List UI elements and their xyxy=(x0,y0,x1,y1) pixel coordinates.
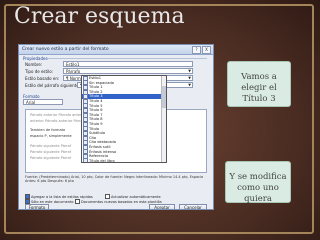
callout-bottom-text: Y se modifica como uno quiera xyxy=(229,172,287,204)
chevron-down-icon: ▼ xyxy=(188,76,191,80)
radio-icon xyxy=(75,199,80,204)
close-button[interactable]: X xyxy=(202,46,211,54)
chevron-down-icon: ▼ xyxy=(188,69,191,73)
style-description: Fuente: (Predeterminado) Arial, 10 pto, … xyxy=(25,175,204,184)
callout-choose-heading: Vamos a elegir el Título 3 xyxy=(228,62,290,106)
ok-button[interactable]: Aceptar xyxy=(149,204,175,209)
add-quick-label: Agregar a la lista de estilos rápidos xyxy=(31,194,93,199)
font-select[interactable]: Arial xyxy=(23,99,63,105)
auto-update-label: Actualizar automáticamente xyxy=(111,194,161,199)
next-label: Estilo del párrafo siguiente: xyxy=(25,83,81,88)
format-button[interactable]: Formato xyxy=(25,204,49,209)
style-dialog: Crear nuevo estilo a partir del formato … xyxy=(18,44,214,210)
slide: Crear esquema Crear nuevo estilo a parti… xyxy=(0,0,320,240)
help-button[interactable]: ? xyxy=(192,46,201,54)
callout-top-text: Vamos a elegir el Título 3 xyxy=(241,72,277,104)
type-select[interactable]: Párrafo ▼ xyxy=(63,68,193,74)
new-docs-label: Documentos nuevos basados en esta planti… xyxy=(81,199,162,204)
type-value: Párrafo xyxy=(66,69,81,74)
dialog-titlebar[interactable]: Crear nuevo estilo a partir del formato … xyxy=(19,45,213,55)
slide-title: Crear esquema xyxy=(14,4,185,29)
name-field[interactable]: Estilo1 xyxy=(63,61,193,67)
scrollbar-thumb[interactable] xyxy=(162,86,166,108)
name-label: Nombre: xyxy=(25,62,43,67)
properties-divider xyxy=(47,58,207,59)
callout-modify: Y se modifica como uno quiera xyxy=(226,162,290,204)
only-doc-label: Sólo en este documento xyxy=(31,199,74,204)
preview-line: espacio P, simplemente xyxy=(30,134,72,138)
preview-line: Párrafo siguiente Párraf xyxy=(30,150,72,154)
dropdown-item-label: Título del libro xyxy=(89,158,115,163)
style-dropdown-list[interactable]: Estilo1 Sin espaciado Título 1 Título 2 Títu… xyxy=(81,75,167,163)
dialog-title: Crear nuevo estilo a partir del formato xyxy=(22,47,109,52)
scrollbar[interactable] xyxy=(161,76,166,162)
style-icon xyxy=(83,158,88,162)
properties-label: Propiedades xyxy=(23,56,48,61)
dropdown-item[interactable]: Título del libro xyxy=(82,158,166,163)
chevron-down-icon: ▼ xyxy=(188,83,191,87)
based-label: Estilo basado en: xyxy=(25,76,60,81)
cancel-button[interactable]: Cancelar xyxy=(179,204,207,209)
type-label: Tipo de estilo: xyxy=(25,69,54,74)
preview-line: Párrafo siguiente Párraf xyxy=(30,144,72,148)
preview-line: Párrafo siguiente Párraf xyxy=(30,156,72,160)
preview-line: Tambien de formato xyxy=(30,128,66,132)
